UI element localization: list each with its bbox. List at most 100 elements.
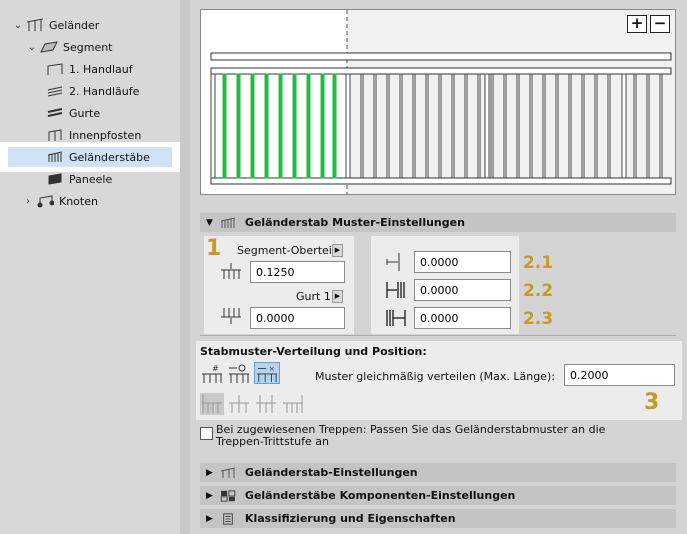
chevron-right-icon[interactable]: › [22, 196, 34, 207]
distribution-mode-buttons: # × [200, 362, 282, 384]
balusters-icon [47, 151, 63, 162]
max-length-input[interactable] [564, 364, 675, 386]
segment-icon [40, 41, 58, 53]
balusters-icon [220, 217, 236, 228]
baluster [292, 73, 297, 179]
tree-item-innenpfosten[interactable]: Innenpfosten [46, 125, 141, 145]
baluster [555, 73, 559, 179]
panel-separator[interactable] [180, 0, 190, 534]
adjust-to-stair-treads-checkbox[interactable] [200, 427, 213, 440]
position-mode-buttons [200, 393, 306, 415]
baluster [633, 73, 637, 179]
baluster [646, 73, 650, 179]
svg-text:×: × [269, 364, 275, 373]
tree-item-label: 2. Handläufe [69, 84, 140, 98]
section-title: Geländerstab-Einstellungen [244, 466, 418, 479]
railing-preview-drawing [201, 10, 675, 194]
bottom-reference-menu-button[interactable]: ▶ [332, 290, 343, 303]
baluster [236, 73, 241, 179]
even-distribution-label: Muster gleichmäßig verteilen (Max. Länge… [315, 370, 555, 383]
divider [200, 335, 676, 336]
group-1-marker: 1 [206, 236, 222, 261]
even-distribution-icon[interactable]: × [254, 362, 280, 384]
baluster [320, 73, 325, 179]
triangle-right-icon: ▶ [206, 467, 213, 478]
tree-item-handlauf-1[interactable]: 1. Handlauf [46, 59, 133, 79]
zoom-in-button[interactable]: + [627, 15, 647, 33]
baluster [345, 73, 351, 179]
handrail-icon [47, 63, 63, 75]
zoom-out-button[interactable]: − [650, 15, 670, 33]
chevron-down-icon[interactable]: ⌄ [26, 42, 38, 53]
baluster-preview[interactable]: + − [200, 9, 676, 195]
baluster [451, 73, 455, 179]
tree-item-label: Innenpfosten [69, 128, 142, 142]
baluster [464, 73, 468, 179]
baluster [581, 73, 585, 179]
railing-icon [26, 18, 44, 31]
tree-item-gelaender[interactable]: ⌄ Geländer [12, 15, 100, 35]
pattern-settings-header[interactable]: ▼ Geländerstab Muster-Einstellungen [200, 213, 676, 232]
section-title: Geländerstab Muster-Einstellungen [244, 216, 465, 229]
baluster [360, 73, 364, 179]
baluster [332, 73, 337, 179]
baluster [490, 73, 494, 179]
tree-item-segment[interactable]: ⌄ Segment [26, 37, 113, 57]
tree-item-label: Geländerstäbe [69, 150, 150, 164]
tree-item-knoten[interactable]: › Knoten [22, 191, 98, 211]
baluster [607, 73, 611, 179]
baluster [425, 73, 429, 179]
tree-item-gurte[interactable]: Gurte [46, 103, 100, 123]
top-offset-icon [221, 263, 241, 279]
section-title: Geländerstäbe Komponenten-Einstellungen [244, 489, 516, 502]
offset-2-2-input[interactable] [414, 279, 511, 301]
position-center-icon[interactable] [227, 393, 251, 415]
baluster [412, 73, 416, 179]
baluster [264, 73, 269, 179]
baluster [438, 73, 442, 179]
top-reference-menu-button[interactable]: ▶ [332, 244, 343, 257]
bottom-offset-input[interactable] [250, 307, 345, 329]
chevron-down-icon[interactable]: ⌄ [12, 20, 24, 31]
end-offset-icon [386, 310, 406, 326]
baluster [659, 73, 663, 179]
baluster [529, 73, 533, 179]
fixed-distance-icon[interactable] [227, 362, 251, 384]
adjust-to-stair-treads-label-line2: Treppen-Trittstufe an [216, 435, 329, 448]
inner-post-icon [48, 129, 62, 141]
baluster [386, 73, 390, 179]
baluster [516, 73, 520, 179]
baluster [568, 73, 572, 179]
top-offset-input[interactable] [250, 261, 345, 283]
start-offset-icon [386, 253, 400, 271]
baluster-settings-header[interactable]: ▶ Geländerstab-Einstellungen [200, 463, 676, 482]
offset-2-3-input[interactable] [414, 307, 511, 329]
svg-text:#: # [212, 364, 219, 373]
baluster [477, 73, 481, 179]
marker-2-3: 2.3 [523, 309, 554, 329]
tree-item-paneele[interactable]: Paneele [46, 169, 112, 189]
tree-item-label: Paneele [69, 172, 113, 186]
count-distribution-icon[interactable]: # [200, 362, 224, 384]
marker-2-1: 2.1 [523, 253, 554, 273]
baluster [210, 73, 216, 179]
rails-icon [47, 108, 63, 117]
position-symmetric-icon[interactable] [254, 393, 278, 415]
tree-item-label: Gurte [69, 106, 101, 120]
offset-2-1-input[interactable] [414, 251, 511, 273]
position-end-icon[interactable] [281, 393, 305, 415]
bottom-offset-icon [221, 308, 241, 324]
baluster [484, 73, 490, 179]
position-start-icon[interactable] [200, 393, 224, 415]
baluster [399, 73, 403, 179]
node-icon [37, 195, 54, 208]
tree-item-handlaeufe-2[interactable]: 2. Handläufe [46, 81, 139, 101]
tree-item-gelaenderstaebe[interactable]: Geländerstäbe [8, 147, 172, 167]
baluster [503, 73, 507, 179]
tree-item-label: Segment [63, 40, 113, 54]
triangle-right-icon: ▶ [206, 490, 213, 501]
tree-item-label: Knoten [59, 194, 98, 208]
component-settings-header[interactable]: ▶ Geländerstäbe Komponenten-Einstellunge… [200, 486, 676, 505]
baluster [250, 73, 255, 179]
classification-header[interactable]: ▶ Klassifizierung und Eigenschaften [200, 509, 676, 528]
